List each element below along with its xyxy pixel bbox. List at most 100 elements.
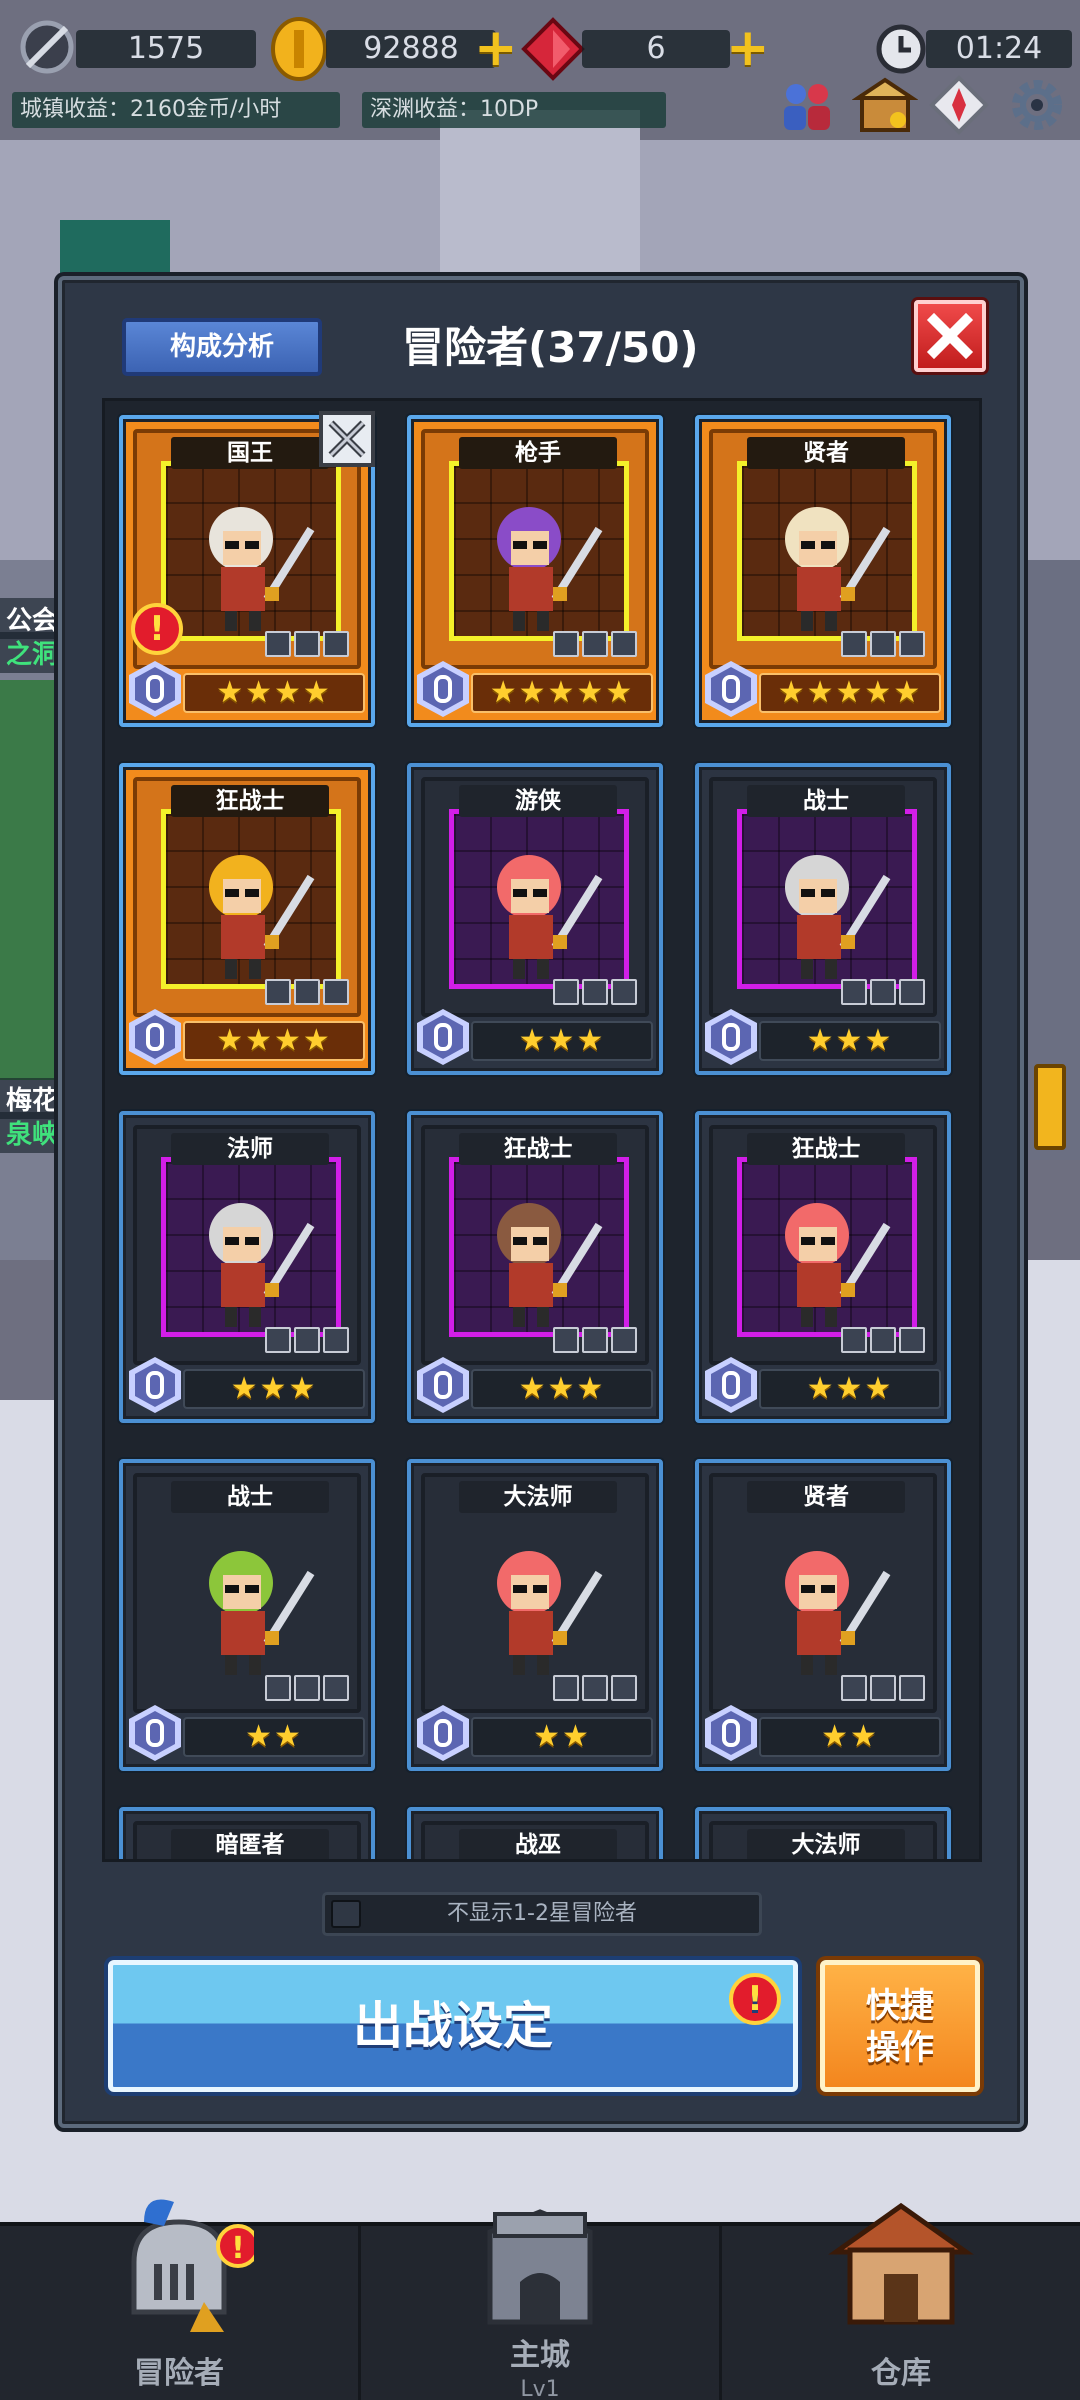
adventurer-card[interactable]: 暗匿者	[119, 1807, 375, 1859]
hide-low-star-toggle[interactable]: 不显示1-2星冒险者	[322, 1892, 762, 1936]
nav-adventurers[interactable]: ! 冒险者	[0, 2199, 361, 2400]
gold-coin-icon	[271, 17, 327, 81]
adventurer-card[interactable]: 大法师 ★★	[407, 1459, 663, 1771]
star-rating: ★★★★★	[471, 673, 653, 713]
adventurer-card[interactable]: 狂战士 ★★★	[407, 1111, 663, 1423]
adventurer-card[interactable]: 贤者 ★★★★★	[695, 415, 951, 727]
weapon-slot-icon	[841, 1675, 867, 1701]
adventurer-card[interactable]: 大法师	[695, 1807, 951, 1859]
adventurer-sprite	[785, 1551, 891, 1675]
star-rating: ★★	[471, 1717, 653, 1757]
adventurer-card[interactable]: 游侠 ★★★	[407, 763, 663, 1075]
adventurer-portrait: 暗匿者	[133, 1821, 361, 1859]
adventurer-portrait: 大法师	[709, 1821, 937, 1859]
deploy-setup-label: 出战设定	[353, 1997, 553, 2055]
armor-slot-icon	[294, 631, 320, 657]
adventurer-card[interactable]: 战巫	[407, 1807, 663, 1859]
star-rating: ★★★★★	[759, 673, 941, 713]
adventurer-card[interactable]: 狂战士 ★★★	[695, 1111, 951, 1423]
adventurer-card[interactable]: 战士 ★★★	[695, 763, 951, 1075]
adventurer-card[interactable]: 国王 ★★★★!	[119, 411, 375, 727]
armor-slot-icon	[870, 1675, 896, 1701]
star-rating: ★★★	[759, 1369, 941, 1409]
adventurer-card[interactable]: 贤者 ★★	[695, 1459, 951, 1771]
close-icon	[926, 312, 974, 360]
gold-count: 92888	[326, 30, 496, 68]
bg-label: 泉峡	[0, 1112, 65, 1153]
adventurer-grid[interactable]: 国王 ★★★★! 枪手 ★★★★★ 贤者 ★★★★★ 狂战士 ★★★★ 游侠 ★★★ 战士 ★★★ 法师…	[102, 398, 982, 1862]
adventurer-name: 大法师	[459, 1481, 617, 1513]
armor-slot-icon	[582, 979, 608, 1005]
adventurer-name: 枪手	[459, 437, 617, 469]
adventurer-name: 狂战士	[747, 1133, 905, 1165]
boots-slot-icon	[611, 979, 637, 1005]
quest-alert-icon[interactable]	[1034, 1064, 1066, 1150]
hide-low-star-checkbox[interactable]	[331, 1900, 361, 1928]
armor-slot-icon	[294, 1675, 320, 1701]
rank-badge-icon	[705, 1357, 757, 1413]
nav-warehouse[interactable]: 仓库	[722, 2202, 1080, 2400]
gear-icon[interactable]	[1004, 72, 1070, 138]
adventurer-card[interactable]: 枪手 ★★★★★	[407, 415, 663, 727]
gem-icon	[20, 20, 74, 74]
adventurer-name: 大法师	[747, 1829, 905, 1859]
equipment-slots	[265, 1675, 349, 1701]
equipment-slots	[841, 1675, 925, 1701]
deploy-setup-button[interactable]: 出战设定 !	[108, 1960, 798, 2092]
star-rating: ★★★	[471, 1021, 653, 1061]
timer: 01:24	[926, 30, 1072, 68]
composition-analysis-button[interactable]: 构成分析	[122, 318, 322, 376]
weapon-slot-icon	[553, 631, 579, 657]
adventurer-name: 游侠	[459, 785, 617, 817]
weapon-slot-icon	[553, 979, 579, 1005]
star-rating: ★★★★	[183, 673, 365, 713]
quick-action-label: 操作	[866, 2028, 934, 2068]
boots-slot-icon	[899, 979, 925, 1005]
rank-badge-icon	[705, 661, 757, 717]
boots-slot-icon	[323, 631, 349, 657]
adventurer-card[interactable]: 法师 ★★★	[119, 1111, 375, 1423]
weapon-slot-icon	[553, 1675, 579, 1701]
adventurer-sprite	[497, 507, 603, 631]
adventurer-name: 贤者	[747, 1481, 905, 1513]
equipment-slots	[553, 631, 637, 657]
adventurer-card[interactable]: 战士 ★★	[119, 1459, 375, 1771]
weapon-slot-icon	[841, 979, 867, 1005]
adventurer-sprite	[785, 507, 891, 631]
abyss-income: 深渊收益：10DP	[362, 92, 666, 128]
equipment-slots	[841, 1327, 925, 1353]
weapon-slot-icon	[841, 1327, 867, 1353]
equipment-slots	[553, 979, 637, 1005]
armor-slot-icon	[870, 1327, 896, 1353]
quick-action-button[interactable]: 快捷 操作	[820, 1960, 980, 2092]
adventurer-portrait: 战士	[709, 777, 937, 1017]
rank-badge-icon	[417, 1357, 469, 1413]
adventurer-card[interactable]: 狂战士 ★★★★	[119, 763, 375, 1075]
boots-slot-icon	[899, 1327, 925, 1353]
adventurer-sprite	[497, 855, 603, 979]
adventurer-sprite	[209, 507, 315, 631]
add-gold-button[interactable]: +	[474, 22, 518, 74]
adventurer-portrait: 狂战士	[421, 1125, 649, 1365]
adventurer-sprite	[209, 1203, 315, 1327]
weapon-slot-icon	[265, 1327, 291, 1353]
adventurer-sprite	[209, 855, 315, 979]
boots-slot-icon	[323, 979, 349, 1005]
equipment-slots	[265, 1327, 349, 1353]
equipment-slots	[841, 979, 925, 1005]
adventurer-portrait: 枪手	[421, 429, 649, 669]
compass-icon[interactable]	[926, 72, 992, 138]
adventurer-portrait: 狂战士	[709, 1125, 937, 1365]
close-button[interactable]	[914, 300, 986, 372]
adventurer-group-icon[interactable]	[774, 72, 840, 138]
shop-icon[interactable]	[852, 72, 918, 138]
armor-slot-icon	[870, 979, 896, 1005]
equipment-slots	[553, 1675, 637, 1701]
star-rating: ★★★	[759, 1021, 941, 1061]
nav-main-city[interactable]: 主城 Lv1	[361, 2209, 722, 2400]
boots-slot-icon	[899, 1675, 925, 1701]
equipment-slots	[553, 1327, 637, 1353]
rank-badge-icon	[705, 1705, 757, 1761]
svg-text:!: !	[231, 2231, 245, 2266]
add-ruby-button[interactable]: +	[726, 22, 770, 74]
